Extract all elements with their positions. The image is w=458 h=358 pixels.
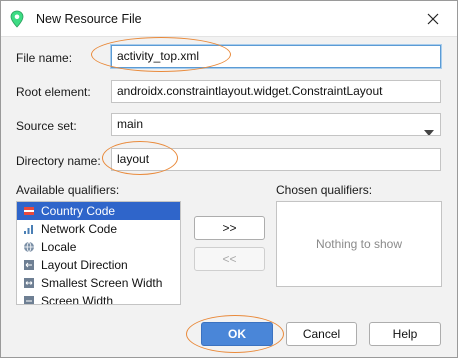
chevron-down-icon	[424, 122, 434, 135]
directory-name-input[interactable]: layout	[111, 148, 441, 171]
list-item-label: Layout Direction	[41, 258, 128, 272]
network-icon	[23, 223, 35, 235]
available-qualifiers-list[interactable]: Country Code Network Code Locale Layout …	[16, 201, 181, 305]
source-set-value: main	[117, 117, 144, 131]
window-title: New Resource File	[36, 12, 142, 26]
root-element-label: Root element:	[16, 85, 91, 99]
available-qualifiers-label: Available qualifiers:	[16, 183, 120, 197]
list-item-label: Smallest Screen Width	[41, 276, 163, 290]
list-item-label: Locale	[41, 240, 77, 254]
close-icon	[427, 13, 439, 25]
flag-icon	[23, 205, 35, 217]
title-bar: New Resource File	[1, 1, 457, 37]
list-item[interactable]: Country Code	[17, 202, 180, 220]
cancel-button[interactable]: Cancel	[286, 322, 357, 346]
list-item[interactable]: Network Code	[17, 220, 180, 238]
list-item-label: Screen Width	[41, 294, 114, 305]
add-qualifier-button[interactable]: >>	[194, 216, 265, 240]
android-studio-icon	[10, 10, 24, 28]
globe-icon	[23, 241, 35, 253]
chosen-qualifiers-list[interactable]: Nothing to show	[276, 201, 442, 287]
source-set-select[interactable]: main	[111, 113, 441, 136]
ok-button[interactable]: OK	[201, 322, 273, 346]
root-element-input[interactable]: androidx.constraintlayout.widget.Constra…	[111, 80, 441, 103]
layout-direction-icon	[23, 259, 35, 271]
directory-name-label: Directory name:	[16, 154, 101, 168]
new-resource-file-dialog: New Resource File File name: activity_to…	[0, 0, 458, 358]
chosen-qualifiers-label: Chosen qualifiers:	[276, 183, 373, 197]
file-name-input[interactable]: activity_top.xml	[111, 45, 441, 68]
screen-width-icon	[23, 295, 35, 304]
help-button[interactable]: Help	[369, 322, 441, 346]
list-item-label: Country Code	[41, 204, 116, 218]
list-item[interactable]: Locale	[17, 238, 180, 256]
list-item[interactable]: Screen Width	[17, 292, 180, 305]
source-set-label: Source set:	[16, 119, 77, 133]
close-button[interactable]	[419, 5, 447, 33]
screen-width-icon	[23, 277, 35, 289]
file-name-label: File name:	[16, 51, 73, 65]
list-item[interactable]: Layout Direction	[17, 256, 180, 274]
list-item-label: Network Code	[41, 222, 118, 236]
empty-list-text: Nothing to show	[315, 237, 403, 251]
list-item[interactable]: Smallest Screen Width	[17, 274, 180, 292]
remove-qualifier-button[interactable]: <<	[194, 247, 265, 271]
